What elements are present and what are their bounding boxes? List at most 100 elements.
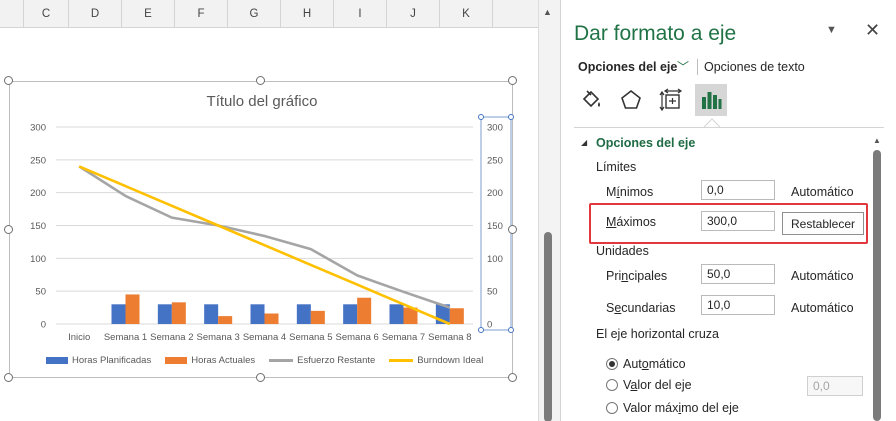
pane-close-icon[interactable]: ✕ <box>865 20 880 41</box>
minor-unit-state: Automático <box>791 301 854 315</box>
section-collapse-triangle-icon[interactable]: ◢ <box>581 138 587 147</box>
x-tick-label-6[interactable]: Semana 6 <box>336 332 379 343</box>
minor-unit-input[interactable] <box>701 295 775 315</box>
legend-item-remaining[interactable]: Esfuerzo Restante <box>269 355 375 366</box>
horizontal-axis-crosses-label: El eje horizontal cruza <box>596 327 719 341</box>
pentagon-icon <box>621 89 641 109</box>
radio-automatic-label[interactable]: Automático <box>623 357 686 371</box>
secondary-axis-handle-2[interactable] <box>478 327 484 333</box>
column-header-i[interactable]: I <box>334 0 387 28</box>
bar-0-3[interactable] <box>204 304 219 324</box>
bar-0-5[interactable] <box>296 304 311 324</box>
radio-axis-value[interactable] <box>606 379 618 391</box>
column-header-d[interactable]: D <box>69 0 122 28</box>
legend-swatch-planned <box>46 357 68 364</box>
column-header-f[interactable]: F <box>175 0 228 28</box>
y-tick-label-0[interactable]: 0 <box>41 320 46 331</box>
bar-1-4[interactable] <box>264 313 279 324</box>
bar-1-1[interactable] <box>125 294 140 324</box>
legend-swatch-ideal <box>389 359 414 362</box>
y2-tick-label-0[interactable]: 0 <box>487 320 492 331</box>
bar-0-2[interactable] <box>157 304 172 324</box>
y2-tick-label-300[interactable]: 300 <box>487 123 503 134</box>
pane-options-chevron-icon[interactable]: ▼ <box>826 24 837 36</box>
bar-0-6[interactable] <box>343 304 358 324</box>
column-header-g[interactable]: G <box>228 0 281 28</box>
bar-0-4[interactable] <box>250 304 265 324</box>
pane-scrollbar-thumb[interactable] <box>873 150 881 421</box>
vertical-scrollbar-thumb[interactable] <box>544 232 552 421</box>
plot-area[interactable]: 0 50 100 150 200 250 300 0 50 100 150 200 250 300 Inic… <box>10 82 514 379</box>
secondary-axis-handle-1[interactable] <box>508 114 514 120</box>
y-tick-label-100[interactable]: 100 <box>30 254 46 265</box>
legend-item-planned[interactable]: Horas Planificadas <box>46 355 151 366</box>
y-tick-label-200[interactable]: 200 <box>30 188 46 199</box>
column-header-h[interactable]: H <box>281 0 334 28</box>
legend-item-actual[interactable]: Horas Actuales <box>165 355 255 366</box>
chart-resize-handle-l[interactable] <box>4 225 13 234</box>
x-tick-label-7[interactable]: Semana 7 <box>382 332 425 343</box>
chart-area[interactable]: Título del gráfico 0 50 100 150 200 250 300 0 50… <box>9 81 514 379</box>
tab-axis-options-chevron-icon[interactable]: ﹀ <box>677 58 689 75</box>
legend-label-ideal: Burndown Ideal <box>417 355 484 366</box>
worksheet: C D E F G H I J K Título del gráfico 0 50… <box>0 0 538 421</box>
bar-1-8[interactable] <box>449 308 464 324</box>
y-tick-label-250[interactable]: 250 <box>30 155 46 166</box>
tab-text-options[interactable]: Opciones de texto <box>704 60 805 74</box>
chart-legend[interactable]: Horas Planificadas Horas Actuales Esfuer… <box>46 355 483 366</box>
radio-max-axis-value[interactable] <box>606 402 618 414</box>
y2-tick-label-250[interactable]: 250 <box>487 155 503 166</box>
pane-title: Dar formato a eje <box>574 22 737 45</box>
line-series-0[interactable] <box>78 165 451 309</box>
legend-item-ideal[interactable]: Burndown Ideal <box>389 355 483 366</box>
effects-icon[interactable] <box>615 84 647 116</box>
chart-resize-handle-tr[interactable] <box>508 76 517 85</box>
column-header-l[interactable] <box>493 0 538 28</box>
axis-options-icon[interactable] <box>695 84 727 116</box>
column-header-k[interactable]: K <box>440 0 493 28</box>
chart-resize-handle-t[interactable] <box>256 76 265 85</box>
column-header-j[interactable]: J <box>387 0 440 28</box>
y2-tick-label-100[interactable]: 100 <box>487 254 503 265</box>
chart-resize-handle-r[interactable] <box>508 225 517 234</box>
bar-0-1[interactable] <box>111 304 126 324</box>
tab-axis-options[interactable]: Opciones del eje <box>578 60 677 74</box>
y2-tick-label-50[interactable]: 50 <box>487 287 498 298</box>
x-tick-label-0[interactable]: Inicio <box>68 332 90 343</box>
y2-tick-label-200[interactable]: 200 <box>487 188 503 199</box>
chart-resize-handle-bl[interactable] <box>4 373 13 382</box>
chart-resize-handle-b[interactable] <box>256 373 265 382</box>
y2-tick-label-150[interactable]: 150 <box>487 221 503 232</box>
scroll-up-arrow-icon[interactable]: ▲ <box>543 7 552 17</box>
x-tick-label-8[interactable]: Semana 8 <box>428 332 471 343</box>
secondary-axis-handle-0[interactable] <box>478 114 484 120</box>
chart-resize-handle-tl[interactable] <box>4 76 13 85</box>
section-axis-options[interactable]: Opciones del eje <box>596 136 695 150</box>
radio-axis-value-label[interactable]: Valor del eje <box>623 378 692 392</box>
column-header-c[interactable]: C <box>24 0 69 28</box>
pane-scroll-up-arrow-icon[interactable]: ▲ <box>873 136 881 145</box>
column-header-e[interactable]: E <box>122 0 175 28</box>
major-unit-input[interactable] <box>701 264 775 284</box>
bar-1-5[interactable] <box>310 310 325 324</box>
x-tick-label-4[interactable]: Semana 4 <box>243 332 286 343</box>
y-tick-label-150[interactable]: 150 <box>30 221 46 232</box>
x-tick-label-3[interactable]: Semana 3 <box>197 332 240 343</box>
chart-resize-handle-br[interactable] <box>508 373 517 382</box>
radio-automatic[interactable] <box>606 358 618 370</box>
y-tick-label-300[interactable]: 300 <box>30 123 46 134</box>
bar-1-2[interactable] <box>171 302 186 324</box>
bar-1-3[interactable] <box>218 316 233 324</box>
bar-1-6[interactable] <box>357 297 372 324</box>
y-tick-label-50[interactable]: 50 <box>35 287 46 298</box>
x-tick-label-5[interactable]: Semana 5 <box>289 332 332 343</box>
x-tick-label-2[interactable]: Semana 2 <box>150 332 193 343</box>
radio-max-axis-value-label[interactable]: Valor máximo del eje <box>623 401 739 415</box>
secondary-axis-handle-3[interactable] <box>508 327 514 333</box>
size-properties-icon[interactable] <box>655 84 687 116</box>
bar-0-7[interactable] <box>389 304 404 324</box>
x-tick-label-1[interactable]: Semana 1 <box>104 332 147 343</box>
fill-line-icon[interactable] <box>575 84 607 116</box>
axis-value-input[interactable] <box>807 376 863 396</box>
minimum-input[interactable] <box>701 180 775 200</box>
